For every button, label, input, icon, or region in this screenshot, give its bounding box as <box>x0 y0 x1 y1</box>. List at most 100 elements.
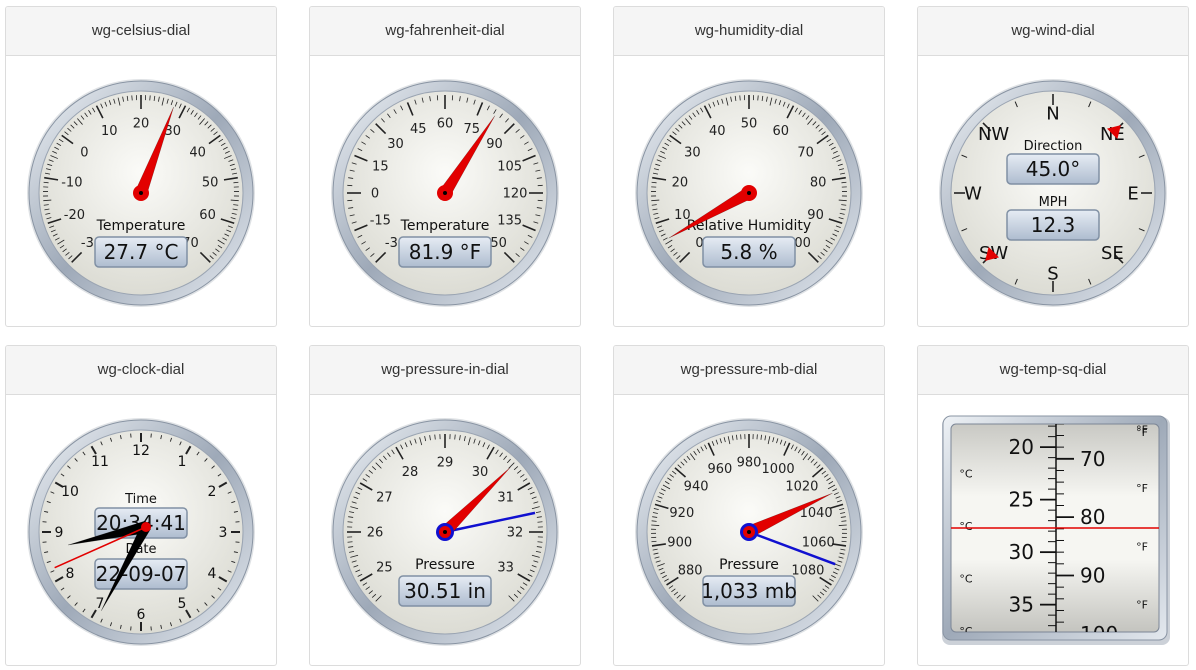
scale-label: 26 <box>367 526 384 541</box>
compass-label: W <box>964 184 982 205</box>
dial-card-celsius: wg-celsius-dial -30 -20 -10 0 10 20 30 40 50 60 70 T… <box>5 6 277 327</box>
value-readout: 1,033 mb <box>701 579 797 603</box>
fahrenheit-unit: °F <box>1136 482 1148 495</box>
scale-label: 60 <box>773 124 790 139</box>
minor-tick <box>347 521 353 523</box>
clock-number: 1 <box>178 454 187 470</box>
scale-label: 920 <box>669 506 694 521</box>
compass-label: NW <box>978 124 1009 145</box>
clock-number: 12 <box>132 443 150 459</box>
celsius-unit: °C <box>959 467 973 480</box>
clock-number: 10 <box>61 484 79 500</box>
dial-caption: Temperature <box>96 218 186 234</box>
minor-tick <box>537 521 543 523</box>
date-readout: 22-09-07 <box>96 562 187 586</box>
clock-number: 2 <box>208 484 217 500</box>
scale-label: 1000 <box>762 462 795 477</box>
scale-label: 135 <box>497 213 522 228</box>
scale-label: 60 <box>437 117 454 132</box>
scale-label: 940 <box>684 480 709 495</box>
dial-container: NNEESESSWWNWDirection45.0°MPH12.3 <box>918 56 1188 326</box>
compass-label: NE <box>1100 124 1125 145</box>
card-title: wg-wind-dial <box>918 7 1188 56</box>
clock-number: 3 <box>219 525 228 541</box>
scale-label: 75 <box>464 122 481 137</box>
dial-caption: Pressure <box>415 557 475 573</box>
scale-label: 29 <box>437 456 454 471</box>
scale-label: 31 <box>497 491 514 506</box>
scale-label: -10 <box>61 176 82 191</box>
speed-readout: 12.3 <box>1031 213 1076 237</box>
card-title: wg-pressure-in-dial <box>310 346 580 395</box>
scale-label: 40 <box>709 124 726 139</box>
scale-label: 70 <box>797 145 814 160</box>
fahrenheit-label: 70 <box>1080 447 1105 471</box>
scale-label: 880 <box>678 563 703 578</box>
scale-label: 50 <box>741 117 758 132</box>
value-readout: 27.7 °C <box>104 240 179 264</box>
celsius-label: 35 <box>1009 593 1034 617</box>
dial-container: -30 -15 0 15 30 45 60 75 90 105 120 135 150 Temperatu… <box>310 56 580 326</box>
scale-label: 20 <box>133 117 150 132</box>
scale-label: 27 <box>376 491 393 506</box>
fahrenheit-unit: °F <box>1136 426 1148 439</box>
clock-dial: 121234567891011Time20:34:41Date22-09-07 <box>27 418 255 646</box>
scale-label: 80 <box>810 176 827 191</box>
scale-label: 120 <box>503 187 528 202</box>
scale-label: 15 <box>372 160 389 175</box>
temp-sq-dial: 20253035708090100°C°C°C°C°F°F°F°F°F°C°F <box>942 415 1170 665</box>
clock-number: 4 <box>208 566 217 582</box>
scale-label: 50 <box>202 176 219 191</box>
scale-label: 30 <box>684 145 701 160</box>
celsius-label: 25 <box>1009 488 1034 512</box>
dial-container: 0 10 20 30 40 50 60 70 80 90 100 Relative Humidity 5… <box>614 56 884 326</box>
pressure-in-dial: 25 26 27 28 29 30 31 32 33 Pressure 30.51 in <box>331 418 559 646</box>
scale-label: 980 <box>737 456 762 471</box>
scale-label: 90 <box>486 137 503 152</box>
fahrenheit-unit: °F <box>1136 540 1148 553</box>
dial-container: 121234567891011Time20:34:41Date22-09-07 <box>6 395 276 665</box>
celsius-label: 30 <box>1009 540 1034 564</box>
direction-caption: Direction <box>1024 139 1083 154</box>
card-title: wg-clock-dial <box>6 346 276 395</box>
celsius-unit: °C <box>959 520 973 533</box>
scale-label: -20 <box>64 208 85 223</box>
speed-caption: MPH <box>1039 195 1068 210</box>
dial-container: 25 26 27 28 29 30 31 32 33 Pressure 30.51 in <box>310 395 580 665</box>
scale-label: 30 <box>472 465 489 480</box>
fahrenheit-unit: °F <box>1136 599 1148 612</box>
scale-label: -15 <box>370 213 391 228</box>
celsius-label: 20 <box>1009 435 1034 459</box>
compass-label: SE <box>1101 243 1124 264</box>
card-title: wg-pressure-mb-dial <box>614 346 884 395</box>
dial-card-fahrenheit: wg-fahrenheit-dial -30 -15 0 15 30 45 60 75 90 105… <box>309 6 581 327</box>
dial-caption: Temperature <box>400 218 490 234</box>
needle-pin <box>747 530 751 534</box>
scale-label: 32 <box>507 526 524 541</box>
compass-label: N <box>1046 104 1059 125</box>
scale-label: 10 <box>101 124 118 139</box>
minor-tick <box>43 181 49 184</box>
scale-label: 0 <box>371 187 379 202</box>
minor-tick <box>434 434 436 440</box>
clock-number: 5 <box>178 596 187 612</box>
clock-number: 7 <box>96 596 105 612</box>
clock-number: 6 <box>137 607 146 623</box>
dial-container: 880 900 920 940 960 980 1000 1020 1040 1060 1080 Pr… <box>614 395 884 665</box>
clock-number: 11 <box>91 454 109 470</box>
minor-tick <box>454 434 456 440</box>
value-readout: 81.9 °F <box>409 240 481 264</box>
fahrenheit-unit: °F <box>1136 657 1148 665</box>
fahrenheit-label: 90 <box>1080 563 1105 587</box>
scale-label: 45 <box>410 122 427 137</box>
scale-label: 900 <box>667 535 692 550</box>
scale-label: 28 <box>402 465 419 480</box>
needle-pin <box>443 530 447 534</box>
needle-pin <box>139 191 143 195</box>
card-title: wg-celsius-dial <box>6 7 276 56</box>
card-title: wg-temp-sq-dial <box>918 346 1188 395</box>
needle-pin <box>443 191 447 195</box>
minor-tick <box>651 520 657 522</box>
humidity-dial: 0102030405060708090100Relative Humidity5… <box>635 79 863 307</box>
pressure-mb-dial: 880900920940960 980 10001020104010601080Pr… <box>635 418 863 646</box>
